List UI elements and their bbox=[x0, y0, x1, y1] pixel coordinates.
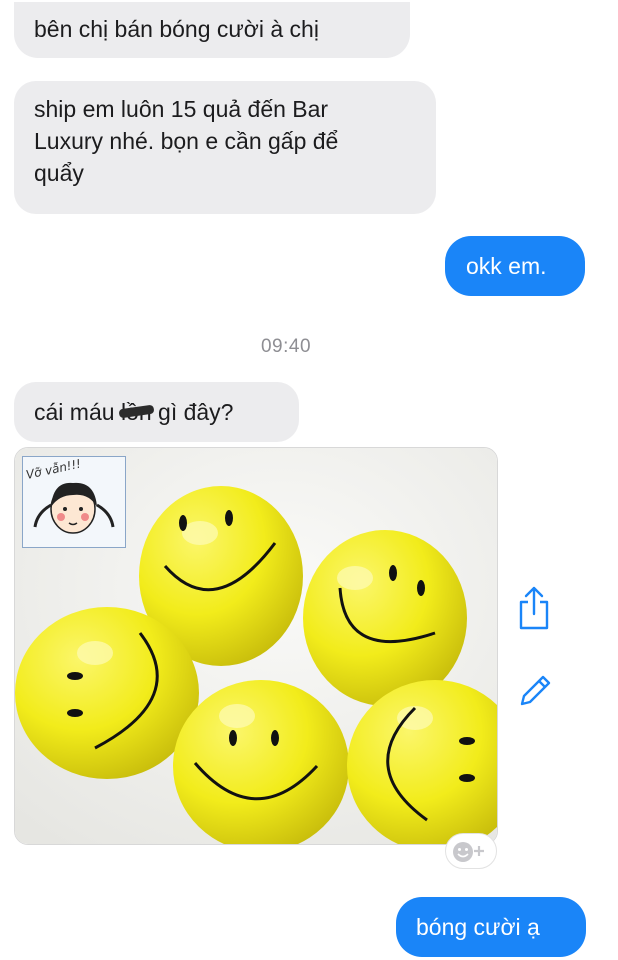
outgoing-message-1[interactable]: okk em. bbox=[445, 236, 585, 296]
cartoon-girl-icon: Vỡ vẫn!!! bbox=[25, 457, 115, 534]
censored-word: lồn bbox=[121, 396, 152, 428]
message-text-after: gì đây? bbox=[151, 399, 234, 425]
cartoon-watermark: Vỡ vẫn!!! bbox=[22, 456, 126, 548]
add-reaction-icon bbox=[453, 842, 484, 862]
message-text-before: cái máu bbox=[34, 399, 121, 425]
add-reaction-button[interactable] bbox=[445, 833, 497, 869]
message-text: okk em. bbox=[466, 253, 547, 279]
watermark-text: Vỡ vẫn!!! bbox=[25, 457, 83, 482]
balloon-2 bbox=[303, 530, 467, 706]
message-line: quẩy bbox=[34, 160, 84, 186]
share-icon[interactable] bbox=[515, 584, 553, 632]
pencil-icon[interactable] bbox=[514, 672, 554, 712]
message-line: Luxury nhé. bọn e cần gấp để bbox=[34, 128, 339, 154]
message-text: bóng cười ạ bbox=[416, 914, 540, 940]
incoming-message-3[interactable]: cái máu lồn gì đây? bbox=[14, 382, 299, 442]
message-text: bên chị bán bóng cười à chị bbox=[34, 16, 319, 42]
message-timestamp: 09:40 bbox=[260, 336, 312, 357]
message-line: ship em luôn 15 quả đến Bar bbox=[34, 96, 329, 122]
incoming-message-2[interactable]: ship em luôn 15 quả đến Bar Luxury nhé. … bbox=[14, 81, 436, 214]
balloon-3 bbox=[15, 607, 199, 779]
incoming-message-1[interactable]: bên chị bán bóng cười à chị bbox=[14, 2, 410, 58]
outgoing-message-2[interactable]: bóng cười ạ bbox=[396, 897, 586, 957]
balloon-4 bbox=[173, 680, 349, 844]
